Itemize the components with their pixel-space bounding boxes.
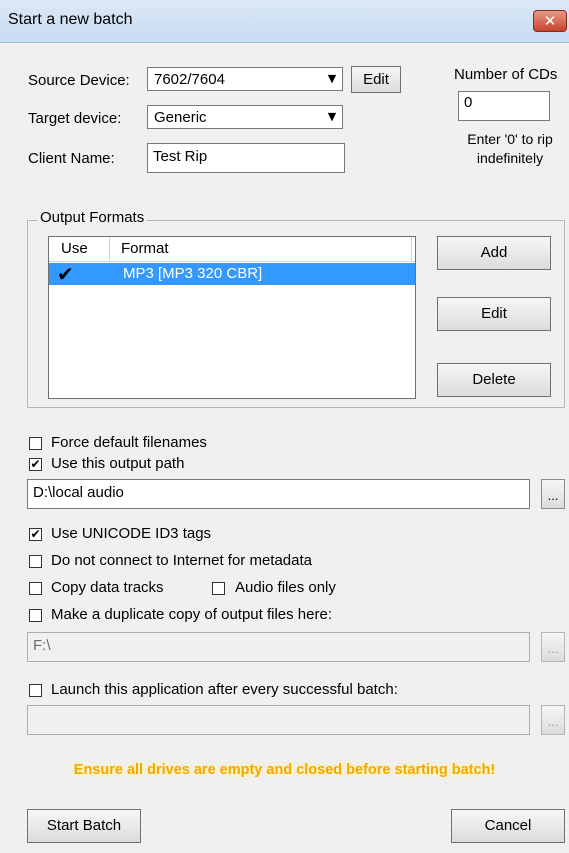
chevron-down-icon: ▼ <box>327 72 337 85</box>
copy-data-tracks-label: Copy data tracks <box>51 579 164 596</box>
launch-app-label: Launch this application after every succ… <box>51 681 398 698</box>
duplicate-path-input[interactable]: F:\ <box>27 632 530 662</box>
force-default-filenames-checkbox[interactable] <box>29 437 42 450</box>
duplicate-path-browse-button[interactable]: ... <box>541 632 565 662</box>
duplicate-copy-checkbox[interactable] <box>29 609 42 622</box>
column-divider[interactable] <box>109 237 110 261</box>
window-title: Start a new batch <box>8 11 133 28</box>
launch-app-path-input[interactable] <box>27 705 530 735</box>
audio-files-only-checkbox[interactable] <box>212 582 225 595</box>
number-of-cds-hint-line1: Enter '0' to rip <box>467 131 553 147</box>
check-icon: ✔ <box>30 527 41 541</box>
source-device-select[interactable]: 7602/7604 ▼ <box>147 67 343 91</box>
target-device-label: Target device: <box>28 110 122 127</box>
client-name-input[interactable]: Test Rip <box>147 143 345 173</box>
duplicate-path-value: F:\ <box>33 637 51 654</box>
unicode-id3-label: Use UNICODE ID3 tags <box>51 525 212 542</box>
cancel-button[interactable]: Cancel <box>451 809 565 843</box>
source-edit-button[interactable]: Edit <box>351 66 401 93</box>
audio-files-only-label: Audio files only <box>235 579 336 596</box>
duplicate-copy-label: Make a duplicate copy of output files he… <box>51 606 333 623</box>
output-formats-list[interactable]: Use Format ✔ MP3 [MP3 320 CBR] <box>48 236 416 399</box>
force-default-filenames-label: Force default filenames <box>51 434 207 451</box>
target-device-select[interactable]: Generic ▼ <box>147 105 343 129</box>
output-formats-title: Output Formats <box>37 209 148 226</box>
add-format-button[interactable]: Add <box>437 236 551 270</box>
check-icon: ✔ <box>30 457 41 471</box>
output-path-browse-button[interactable]: ... <box>541 479 565 509</box>
ellipsis-icon: ... <box>547 641 559 656</box>
client-name-label: Client Name: <box>28 150 115 167</box>
source-device-value: 7602/7604 <box>154 71 225 88</box>
launch-app-checkbox[interactable] <box>29 684 42 697</box>
title-bar: Start a new batch ✕ <box>0 0 569 43</box>
use-output-path-label: Use this output path <box>51 455 185 472</box>
no-internet-label: Do not connect to Internet for metadata <box>51 552 312 569</box>
unicode-id3-checkbox[interactable]: ✔ <box>29 528 42 541</box>
target-device-value: Generic <box>154 109 207 126</box>
start-batch-button[interactable]: Start Batch <box>27 809 141 843</box>
ellipsis-icon: ... <box>547 488 559 503</box>
copy-data-tracks-checkbox[interactable] <box>29 582 42 595</box>
edit-format-label: Edit <box>481 305 507 322</box>
list-item[interactable]: ✔ MP3 [MP3 320 CBR] <box>49 263 415 285</box>
number-of-cds-hint-line2: indefinitely <box>476 150 544 166</box>
format-name: MP3 [MP3 320 CBR] <box>123 265 263 282</box>
number-of-cds-value: 0 <box>464 94 473 111</box>
source-edit-label: Edit <box>363 71 389 88</box>
list-header: Use Format <box>49 237 415 262</box>
start-batch-label: Start Batch <box>46 817 122 834</box>
output-path-value: D:\local audio <box>33 484 124 501</box>
column-divider[interactable] <box>411 237 412 261</box>
no-internet-checkbox[interactable] <box>29 555 42 568</box>
add-format-label: Add <box>480 244 508 261</box>
number-of-cds-input[interactable]: 0 <box>458 91 550 121</box>
close-button[interactable]: ✕ <box>533 10 567 32</box>
output-path-input[interactable]: D:\local audio <box>27 479 530 509</box>
client-name-value: Test Rip <box>153 148 208 165</box>
number-of-cds-label: Number of CDs <box>454 66 558 83</box>
warning-message: Ensure all drives are empty and closed b… <box>73 762 496 778</box>
edit-format-button[interactable]: Edit <box>437 297 551 331</box>
source-device-label: Source Device: <box>28 72 130 89</box>
chevron-down-icon: ▼ <box>327 110 337 123</box>
ellipsis-icon: ... <box>547 714 559 729</box>
delete-format-label: Delete <box>472 371 516 388</box>
use-output-path-checkbox[interactable]: ✔ <box>29 458 42 471</box>
delete-format-button[interactable]: Delete <box>437 363 551 397</box>
cancel-label: Cancel <box>484 817 532 834</box>
column-header-format[interactable]: Format <box>121 240 169 257</box>
launch-app-browse-button[interactable]: ... <box>541 705 565 735</box>
check-icon[interactable]: ✔ <box>57 263 74 285</box>
column-header-use[interactable]: Use <box>61 240 88 257</box>
close-icon: ✕ <box>543 12 557 30</box>
